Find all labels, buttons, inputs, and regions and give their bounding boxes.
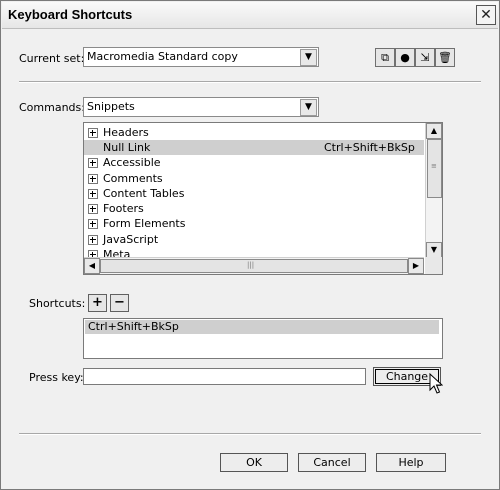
duplicate-set-icon[interactable]: ⧉ xyxy=(375,48,395,67)
current-set-value: Macromedia Standard copy xyxy=(87,50,238,63)
expand-icon[interactable] xyxy=(88,174,98,184)
vertical-scroll-thumb[interactable]: ≡ xyxy=(427,139,442,198)
list-item-label: Footers xyxy=(103,202,144,215)
commands-label: Commands: xyxy=(19,101,85,114)
help-button[interactable]: Help xyxy=(376,453,446,472)
list-item[interactable]: Form Elements xyxy=(84,216,424,231)
dialog-title: Keyboard Shortcuts xyxy=(8,7,133,22)
chevron-down-icon[interactable]: ▼ xyxy=(300,99,317,116)
commands-value: Snippets xyxy=(87,100,135,113)
list-item-label: Accessible xyxy=(103,156,161,169)
remove-shortcut-button[interactable]: − xyxy=(110,294,129,312)
expand-icon[interactable] xyxy=(88,158,98,168)
list-item-label: Content Tables xyxy=(103,187,185,200)
add-shortcut-button[interactable]: + xyxy=(88,294,107,312)
list-item-label: Comments xyxy=(103,172,163,185)
horizontal-scroll-thumb[interactable]: ||| xyxy=(100,259,408,273)
rename-set-icon[interactable]: ● xyxy=(395,48,415,67)
divider xyxy=(19,81,481,83)
list-item-shortcut: Ctrl+Shift+BkSp xyxy=(324,141,415,154)
list-item-selected[interactable]: Null Link Ctrl+Shift+BkSp xyxy=(84,140,424,155)
list-item[interactable]: Footers xyxy=(84,201,424,216)
list-item[interactable]: Comments xyxy=(84,171,424,186)
ok-button[interactable]: OK xyxy=(220,453,288,472)
list-item[interactable]: Accessible xyxy=(84,155,424,170)
command-list[interactable]: Headers Null Link Ctrl+Shift+BkSp Access… xyxy=(83,122,443,275)
expand-icon[interactable] xyxy=(88,128,98,138)
list-item[interactable]: JavaScript xyxy=(84,232,424,247)
current-set-label: Current set: xyxy=(19,52,85,65)
list-item-label: Null Link xyxy=(103,141,151,154)
list-item[interactable]: Content Tables xyxy=(84,186,424,201)
grip-icon: ≡ xyxy=(431,162,437,170)
mouse-cursor-icon xyxy=(429,373,443,394)
vertical-scrollbar[interactable]: ▲ ≡ ▼ xyxy=(425,123,442,258)
keyboard-shortcuts-dialog: Keyboard Shortcuts ✕ Current set: Macrom… xyxy=(0,0,500,490)
shortcuts-label: Shortcuts: xyxy=(29,297,86,310)
scroll-right-icon[interactable]: ▶ xyxy=(408,258,424,274)
export-set-icon[interactable]: ⇲ xyxy=(415,48,435,67)
current-set-dropdown[interactable]: Macromedia Standard copy ▼ xyxy=(83,47,319,67)
list-item[interactable]: Headers xyxy=(84,125,424,140)
expand-icon[interactable] xyxy=(88,189,98,199)
expand-icon[interactable] xyxy=(88,235,98,245)
list-item-label: Headers xyxy=(103,126,149,139)
expand-icon[interactable] xyxy=(88,219,98,229)
expand-icon[interactable] xyxy=(88,204,98,214)
scroll-left-icon[interactable]: ◀ xyxy=(84,258,100,274)
grip-icon: ||| xyxy=(247,261,255,269)
cancel-button[interactable]: Cancel xyxy=(298,453,366,472)
scroll-down-icon[interactable]: ▼ xyxy=(426,242,442,258)
list-item-selected[interactable]: Ctrl+Shift+BkSp xyxy=(85,320,439,334)
commands-dropdown[interactable]: Snippets ▼ xyxy=(83,97,319,117)
list-item-label: Form Elements xyxy=(103,217,186,230)
list-item-label: JavaScript xyxy=(103,233,159,246)
title-bar: Keyboard Shortcuts ✕ xyxy=(2,2,498,29)
divider xyxy=(19,433,481,435)
delete-set-icon[interactable]: 🗑 xyxy=(435,48,455,67)
list-item-label: Ctrl+Shift+BkSp xyxy=(88,320,179,333)
press-key-field[interactable] xyxy=(83,368,366,385)
press-key-label: Press key: xyxy=(29,371,84,384)
chevron-down-icon[interactable]: ▼ xyxy=(300,49,317,66)
scrollbar-corner xyxy=(425,257,442,274)
horizontal-scrollbar[interactable]: ◀ ||| ▶ xyxy=(84,257,424,274)
scroll-up-icon[interactable]: ▲ xyxy=(426,123,442,139)
shortcut-list[interactable]: Ctrl+Shift+BkSp xyxy=(83,318,443,359)
close-icon[interactable]: ✕ xyxy=(476,5,496,25)
